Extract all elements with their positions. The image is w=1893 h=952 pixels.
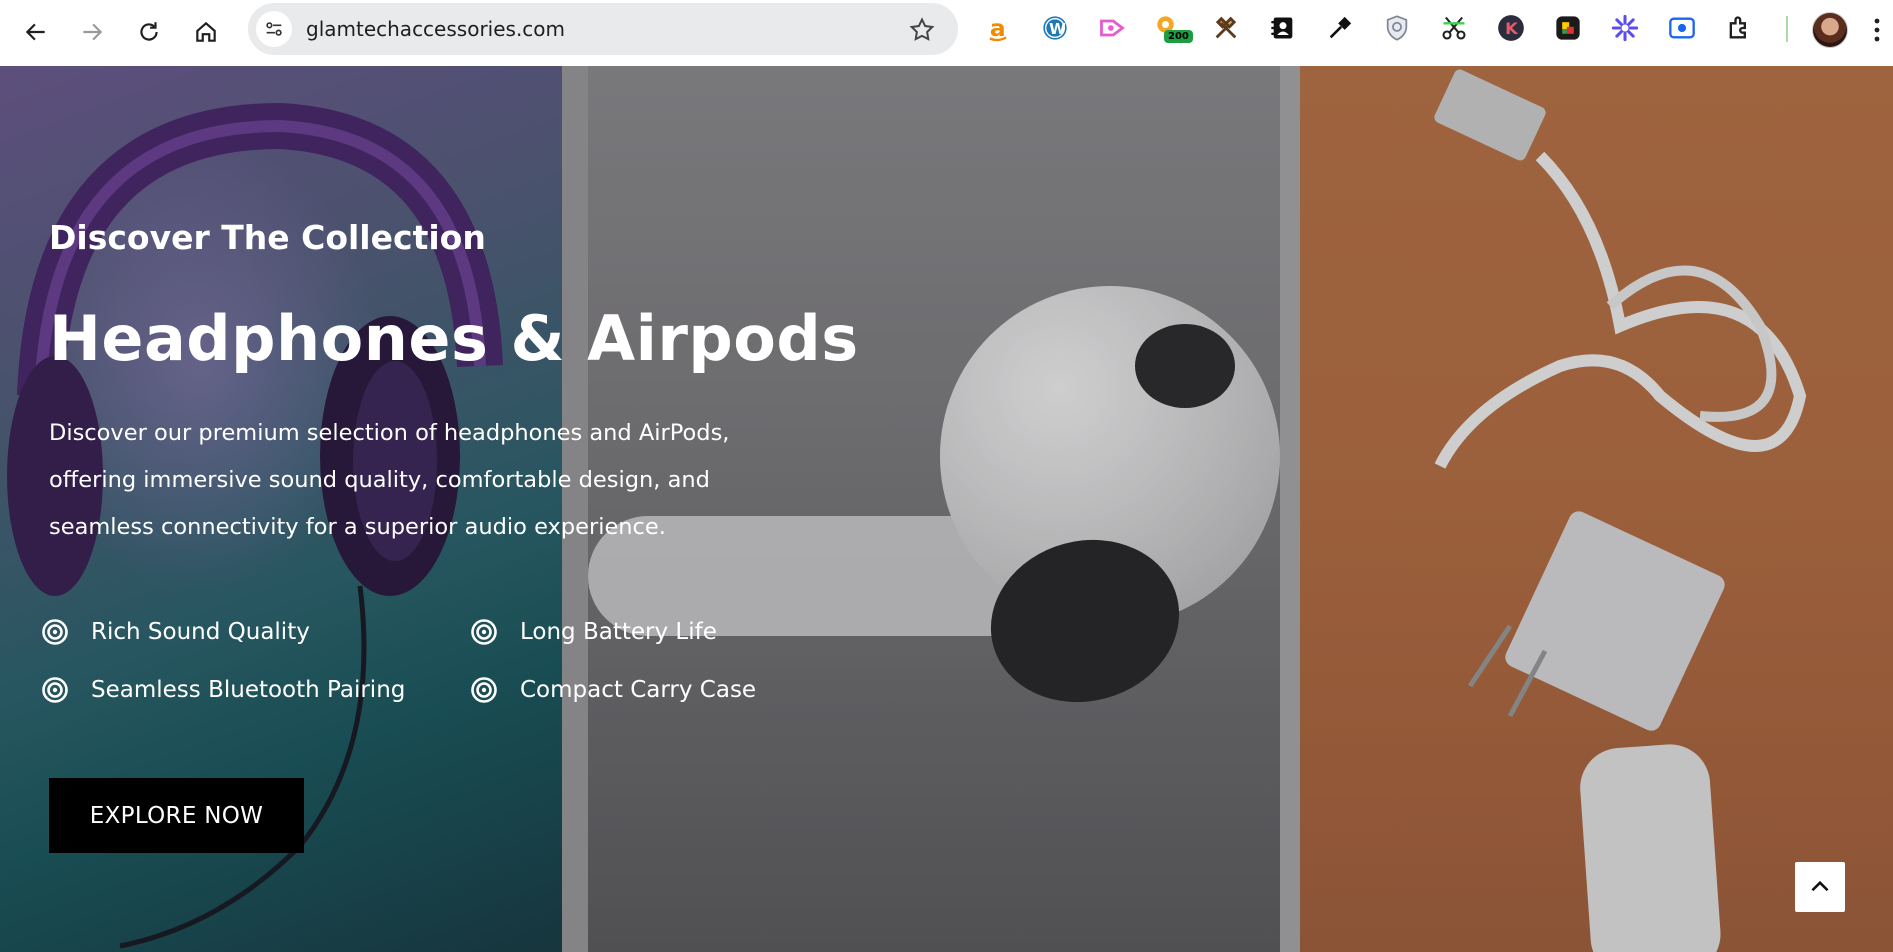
url-text[interactable]: glamtechaccessories.com (306, 17, 565, 41)
feature-item: Rich Sound Quality (41, 618, 310, 646)
eyedropper-extension-icon[interactable] (1325, 13, 1355, 43)
hero-banner: Discover The Collection Headphones & Air… (0, 66, 1893, 952)
feature-label: Rich Sound Quality (91, 619, 310, 645)
feature-label: Compact Carry Case (520, 677, 757, 703)
amazon-extension-icon[interactable]: a (983, 13, 1013, 43)
reload-icon[interactable] (129, 12, 169, 52)
address-bar[interactable]: glamtechaccessories.com (248, 3, 958, 55)
extension-badge: 200 (1164, 30, 1193, 43)
target-icon (42, 619, 68, 645)
target-icon (42, 677, 68, 703)
tools-extension-icon[interactable] (1211, 13, 1241, 43)
wordpress-extension-icon[interactable]: W (1040, 13, 1070, 43)
scroll-to-top-button[interactable] (1795, 862, 1845, 912)
feature-item: Compact Carry Case (470, 676, 756, 704)
more-menu-icon[interactable] (1872, 16, 1882, 44)
target-icon (471, 677, 497, 703)
browser-toolbar: glamtechaccessories.com a W 200 K (0, 0, 1893, 67)
screen-record-extension-icon[interactable] (1667, 13, 1697, 43)
asterisk-extension-icon[interactable] (1610, 13, 1640, 43)
badge-extension-icon[interactable]: 200 (1154, 13, 1193, 43)
site-info-icon[interactable] (256, 11, 292, 47)
hero-title: Headphones & Airpods (49, 302, 859, 375)
scissors-extension-icon[interactable] (1439, 13, 1469, 43)
target-icon (471, 619, 497, 645)
feature-item: Long Battery Life (470, 618, 717, 646)
feature-label: Seamless Bluetooth Pairing (91, 677, 406, 703)
feature-label: Long Battery Life (520, 619, 717, 645)
chevron-up-icon (1811, 880, 1829, 892)
k-extension-icon[interactable]: K (1496, 13, 1526, 43)
feature-item: Seamless Bluetooth Pairing (41, 676, 405, 704)
svg-text:W: W (1049, 20, 1066, 38)
back-arrow-icon[interactable] (16, 12, 56, 52)
toolbar-divider (1786, 16, 1788, 42)
profile-avatar[interactable] (1812, 12, 1848, 48)
svg-text:K: K (1505, 19, 1519, 38)
bookmark-star-icon[interactable] (908, 16, 936, 44)
shield-extension-icon[interactable] (1382, 13, 1412, 43)
explore-now-button[interactable]: EXPLORE NOW (49, 778, 304, 853)
puzzle-extensions-icon[interactable] (1724, 13, 1754, 43)
forward-arrow-icon[interactable] (72, 12, 112, 52)
color-extension-icon[interactable] (1553, 13, 1583, 43)
home-icon[interactable] (186, 12, 226, 52)
pink-arrow-extension-icon[interactable] (1097, 13, 1127, 43)
hero-subtitle: Discover The Collection (49, 218, 486, 257)
hero-description: Discover our premium selection of headph… (49, 420, 730, 540)
contacts-extension-icon[interactable] (1268, 13, 1298, 43)
